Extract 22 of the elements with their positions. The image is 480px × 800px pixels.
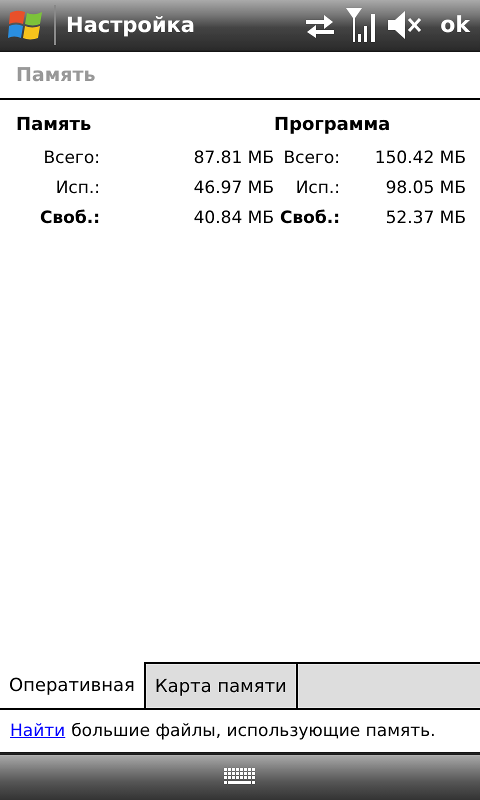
section-heading: Память — [16, 114, 92, 135]
tab[interactable]: Оперативная — [0, 662, 146, 708]
speaker-muted-icon[interactable] — [388, 11, 422, 39]
section-heading: Программа — [274, 114, 390, 135]
stat-label: Всего: — [283, 148, 340, 168]
stat-label: Своб.: — [40, 208, 100, 228]
page-title: Память — [16, 64, 96, 86]
footer-text: большие файлы, использующие память. — [71, 721, 436, 741]
ok-button[interactable]: ok — [432, 12, 470, 38]
stat-value: 46.97 МБ — [194, 178, 274, 198]
window-title: Настройка — [66, 13, 196, 37]
stat-label: Своб.: — [280, 208, 340, 228]
stat-value: 87.81 МБ — [194, 148, 274, 168]
connection-arrows-icon[interactable] — [304, 12, 336, 38]
stat-value: 150.42 МБ — [374, 148, 466, 168]
stat-value: 52.37 МБ — [386, 208, 466, 228]
stat-label: Исп.: — [296, 178, 340, 198]
stat-value: 40.84 МБ — [194, 208, 274, 228]
stat-value: 98.05 МБ — [386, 178, 466, 198]
stat-label: Исп.: — [56, 178, 100, 198]
find-link[interactable]: Найти — [10, 721, 66, 741]
stat-label: Всего: — [43, 148, 100, 168]
